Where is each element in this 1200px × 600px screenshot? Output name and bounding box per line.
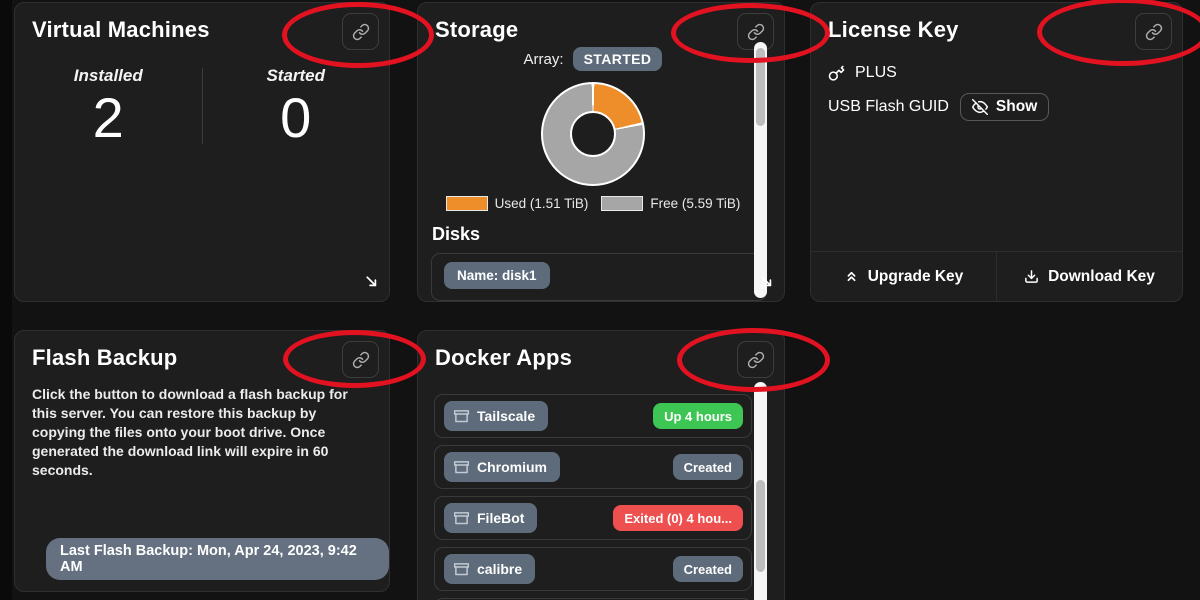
upgrade-key-button[interactable]: Upgrade Key [811, 252, 996, 301]
vm-stats: Installed 2 Started 0 [15, 66, 389, 146]
dashboard: Virtual Machines Installed 2 Started 0 [0, 0, 1200, 600]
download-key-button[interactable]: Download Key [996, 252, 1182, 301]
vm-started-label: Started [203, 66, 390, 86]
download-key-label: Download Key [1048, 268, 1155, 286]
status-badge: Up 4 hours [653, 403, 743, 429]
chevrons-up-icon [844, 269, 859, 284]
vm-installed-value: 2 [15, 90, 202, 146]
link-icon-button[interactable] [1135, 13, 1172, 50]
link-icon [352, 351, 370, 369]
link-icon [1145, 23, 1163, 41]
link-icon-button[interactable] [737, 341, 774, 378]
container-box-icon [454, 511, 469, 526]
link-icon-button[interactable] [342, 13, 379, 50]
disk-row[interactable]: Name: disk1 [431, 253, 767, 301]
status-badge: Exited (0) 4 hou... [613, 505, 743, 531]
docker-row-calibre[interactable]: calibre Created [434, 547, 752, 591]
resize-arrow-icon[interactable] [758, 273, 775, 295]
guid-label: USB Flash GUID [828, 98, 949, 116]
disks-heading: Disks [432, 224, 754, 245]
license-card-title: License Key [828, 13, 959, 43]
donut-hole [570, 111, 616, 157]
status-badge: Created [673, 454, 743, 480]
link-icon [352, 23, 370, 41]
app-name-badge: calibre [444, 554, 535, 584]
legend-swatch-used [446, 196, 488, 211]
container-box-icon [454, 460, 469, 475]
chart-legend: Used (1.51 TiB) Free (5.59 TiB) [432, 196, 754, 211]
storage-donut-chart [541, 82, 645, 186]
docker-row-tailscale[interactable]: Tailscale Up 4 hours [434, 394, 752, 438]
docker-apps-card: Docker Apps Tailscale Up 4 hours Chromiu… [417, 330, 785, 600]
virtual-machines-card: Virtual Machines Installed 2 Started 0 [14, 2, 390, 302]
status-badge: Created [673, 556, 743, 582]
eye-off-icon [972, 99, 988, 115]
flash-backup-description: Click the button to download a flash bac… [32, 385, 362, 480]
vm-installed-label: Installed [15, 66, 202, 86]
link-icon-button[interactable] [342, 341, 379, 378]
container-box-icon [454, 562, 469, 577]
vm-card-title: Virtual Machines [32, 13, 210, 43]
app-name-badge: Chromium [444, 452, 560, 482]
show-guid-button[interactable]: Show [960, 93, 1049, 121]
array-label: Array: [524, 51, 564, 68]
flash-card-title: Flash Backup [32, 341, 177, 371]
storage-card: Storage Array: STARTED Used (1.51 TiB) [417, 2, 785, 302]
scrollbar[interactable] [754, 382, 767, 600]
scrollbar-thumb[interactable] [756, 480, 765, 572]
storage-card-title: Storage [435, 13, 518, 43]
resize-arrow-icon[interactable] [363, 273, 380, 295]
app-name-badge: Tailscale [444, 401, 548, 431]
scrollbar[interactable] [754, 42, 767, 298]
docker-row-filebot[interactable]: FileBot Exited (0) 4 hou... [434, 496, 752, 540]
legend-label-free: Free (5.59 TiB) [650, 196, 740, 211]
legend-label-used: Used (1.51 TiB) [495, 196, 589, 211]
license-key-card: License Key PLUS USB Flash GUID [810, 2, 1183, 302]
upgrade-key-label: Upgrade Key [868, 268, 964, 286]
scrollbar-thumb[interactable] [756, 48, 765, 126]
download-icon [1024, 269, 1039, 284]
docker-app-list: Tailscale Up 4 hours Chromium Created Fi… [434, 394, 752, 600]
array-status-badge: STARTED [573, 47, 663, 71]
flash-backup-card: Flash Backup Click the button to downloa… [14, 330, 390, 592]
link-icon [747, 23, 765, 41]
link-icon [747, 351, 765, 369]
show-button-label: Show [996, 98, 1037, 116]
license-plan: PLUS [855, 64, 897, 82]
container-box-icon [454, 409, 469, 424]
disk-name-badge: Name: disk1 [444, 262, 550, 289]
app-name-badge: FileBot [444, 503, 537, 533]
docker-row-chromium[interactable]: Chromium Created [434, 445, 752, 489]
vm-started-value: 0 [203, 90, 390, 146]
last-flash-backup-badge: Last Flash Backup: Mon, Apr 24, 2023, 9:… [46, 538, 389, 580]
legend-swatch-free [601, 196, 643, 211]
key-icon [828, 65, 845, 82]
docker-card-title: Docker Apps [435, 341, 572, 371]
